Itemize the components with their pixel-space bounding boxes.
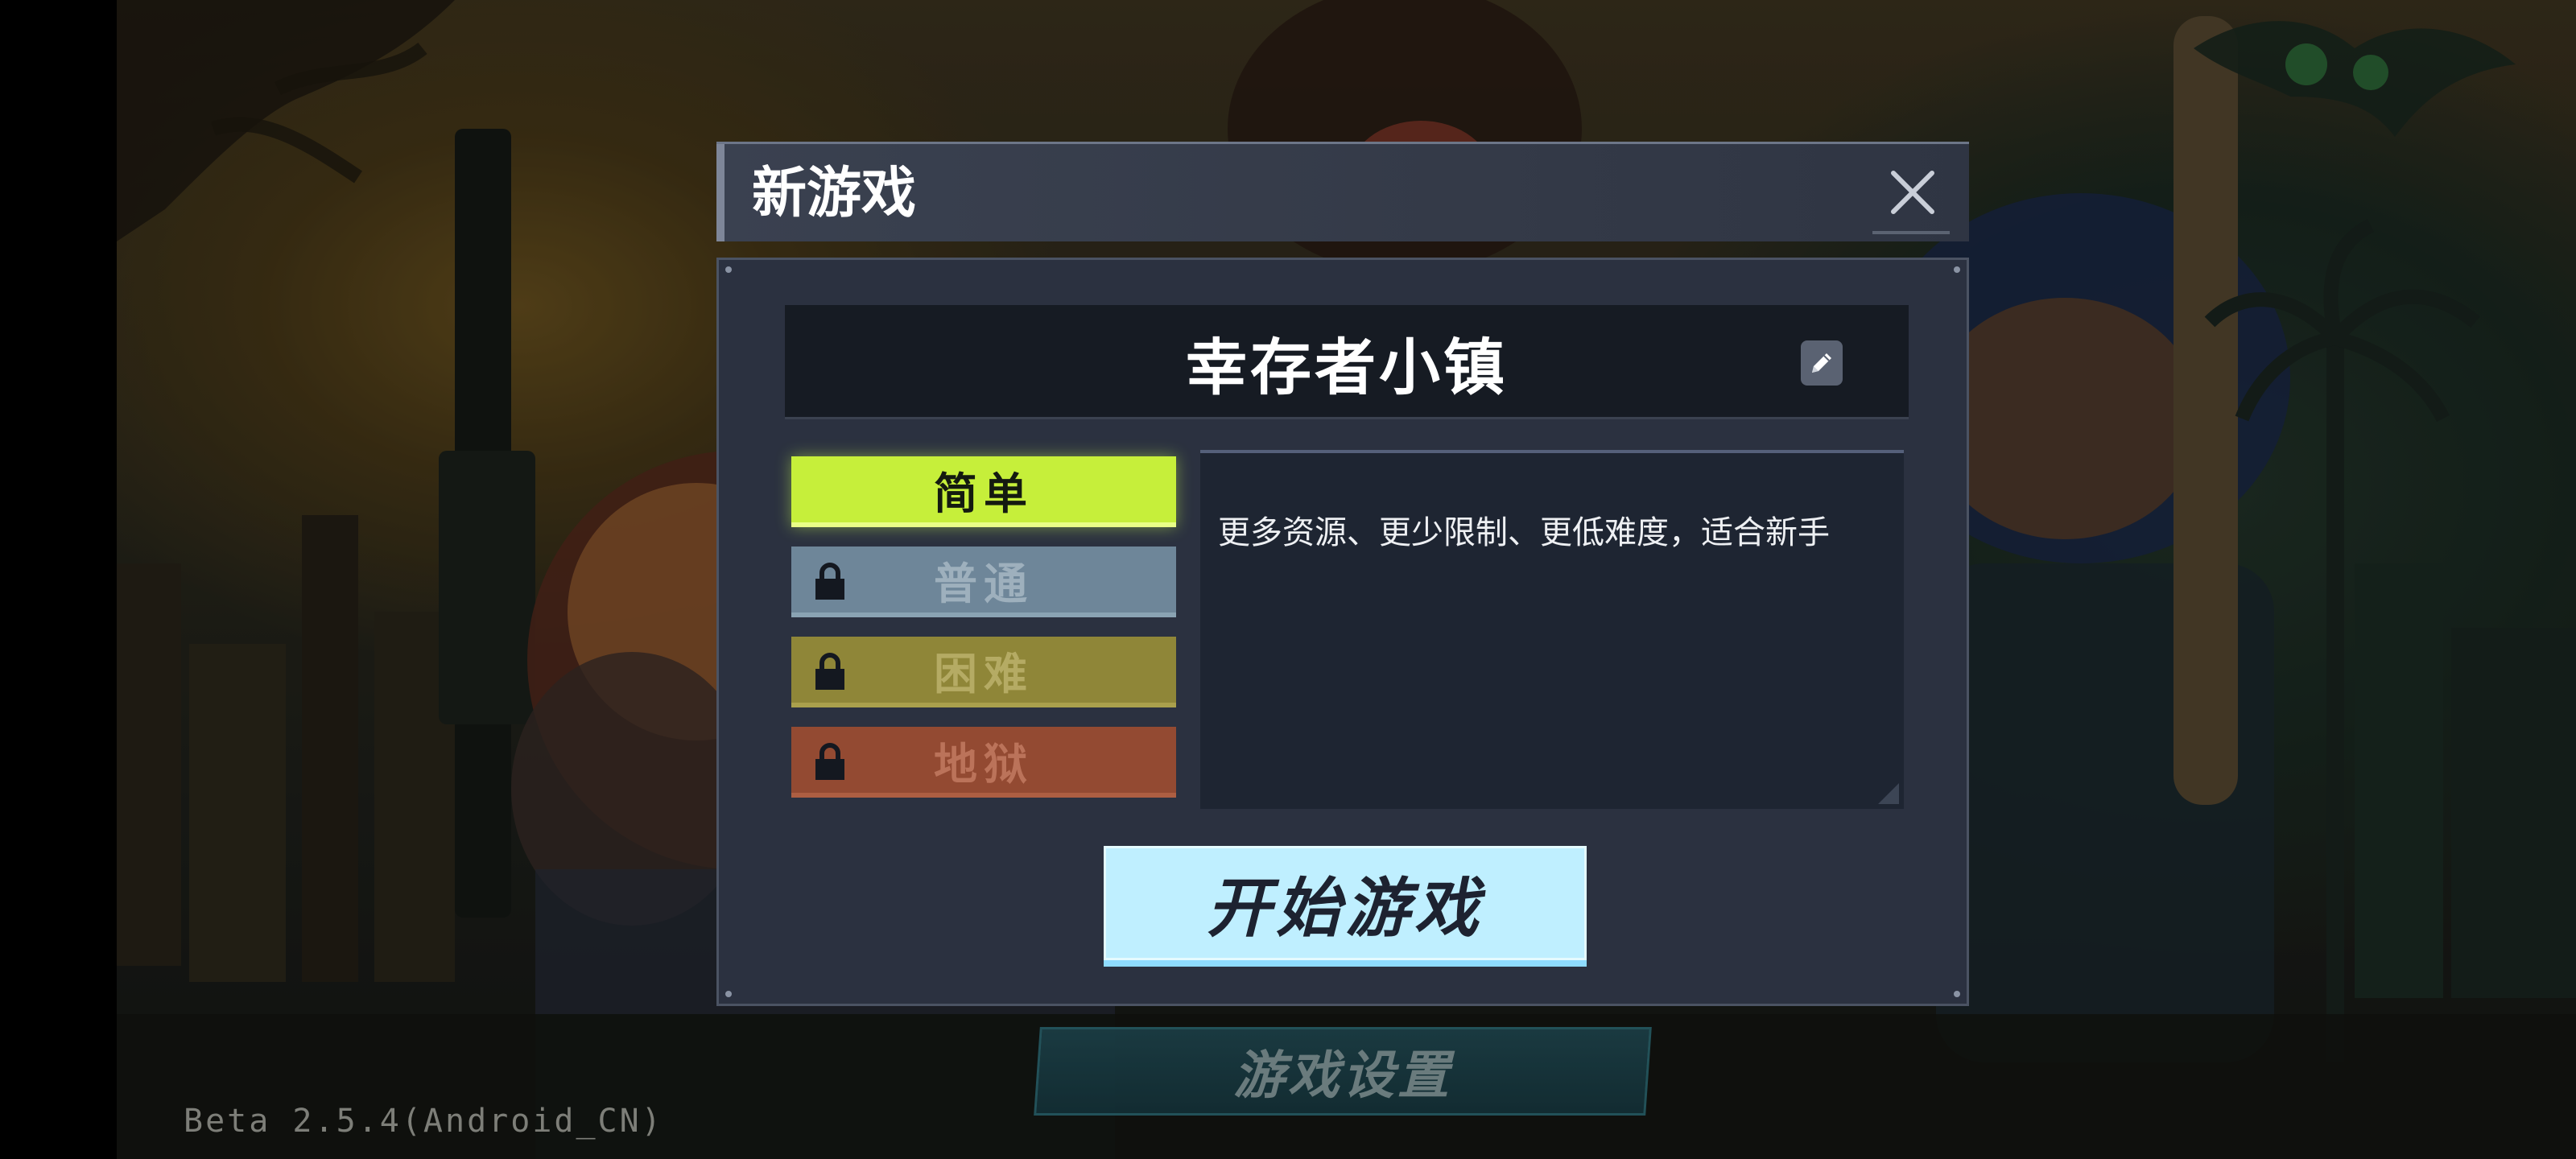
difficulty-description-panel: 更多资源、更少限制、更低难度，适合新手 [1200, 450, 1904, 809]
difficulty-label: 地狱 [934, 738, 1034, 790]
lock-icon [815, 743, 844, 780]
difficulty-hell-button[interactable]: 地狱 [791, 727, 1176, 798]
corner-dot [725, 991, 732, 997]
start-game-label: 开始游戏 [1207, 871, 1484, 946]
close-underline [1872, 231, 1950, 234]
lock-icon [815, 563, 844, 600]
dialog-title: 新游戏 [752, 162, 917, 225]
lock-icon [815, 653, 844, 690]
start-game-button[interactable]: 开始游戏 [1104, 846, 1587, 967]
corner-dot [1954, 266, 1960, 273]
difficulty-easy-button[interactable]: 简单 [791, 456, 1176, 527]
dialog-header: 新游戏 [716, 142, 1969, 241]
version-label: Beta 2.5.4(Android_CN) [184, 1103, 663, 1140]
town-name-bar: 幸存者小镇 [785, 305, 1909, 419]
corner-dot [725, 266, 732, 273]
difficulty-hard-button[interactable]: 困难 [791, 637, 1176, 707]
difficulty-normal-button[interactable]: 普通 [791, 547, 1176, 617]
game-screen: 游戏设置 Beta 2.5.4(Android_CN) 新游戏 幸存者小镇 简单… [0, 0, 2576, 1159]
header-accent-bar [716, 144, 724, 241]
dialog-body: 幸存者小镇 简单 普通 困难 地狱 更多资源、更少限制、更低难度，适合新手 开始… [716, 258, 1969, 1006]
close-button[interactable] [1874, 154, 1951, 231]
pencil-icon [1812, 353, 1831, 373]
close-icon [1891, 171, 1934, 214]
game-settings-label: 游戏设置 [1233, 1046, 1452, 1106]
difficulty-label: 普通 [934, 558, 1034, 609]
new-game-dialog: 新游戏 幸存者小镇 简单 普通 困难 地狱 更多资源、更少限制、更低难度，适合新… [716, 142, 1969, 1006]
town-name: 幸存者小镇 [1186, 332, 1508, 403]
difficulty-label: 困难 [934, 648, 1034, 699]
edit-name-button[interactable] [1801, 340, 1843, 386]
game-settings-button: 游戏设置 [1034, 1027, 1652, 1116]
difficulty-label: 简单 [934, 468, 1034, 519]
difficulty-description: 更多资源、更少限制、更低难度，适合新手 [1218, 514, 1830, 551]
panel-corner-decoration [1878, 783, 1899, 804]
corner-dot [1954, 991, 1960, 997]
